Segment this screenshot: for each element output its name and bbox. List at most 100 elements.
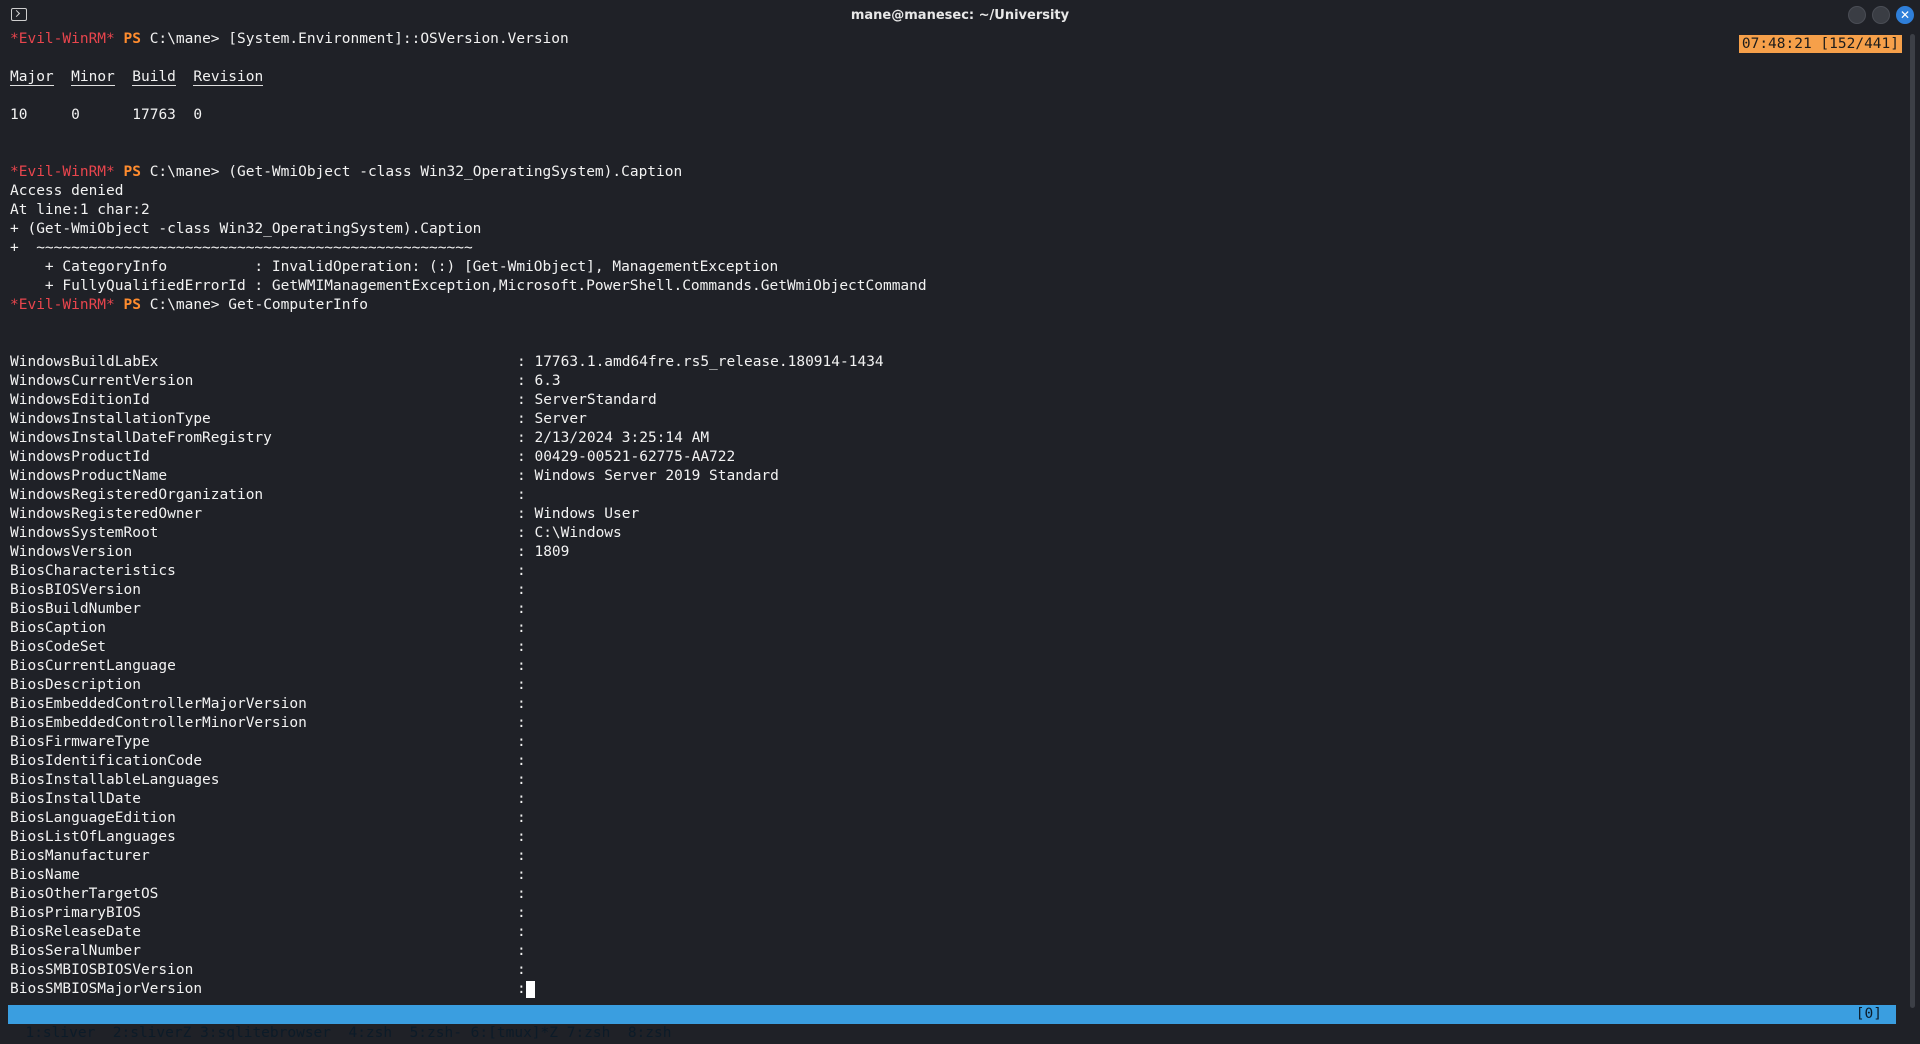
info-value: : 1809 [517, 544, 570, 560]
info-value: : Server [517, 411, 587, 427]
cell-revision: 0 [193, 107, 203, 123]
info-key: BiosCaption [10, 620, 107, 636]
info-row: WindowsProductName: Windows Server 2019 … [10, 467, 1900, 486]
info-key: BiosPrimaryBIOS [10, 905, 141, 921]
info-row: BiosSMBIOSMajorVersion: [10, 980, 1900, 999]
info-value: : [517, 677, 526, 693]
header-major: Major [10, 69, 54, 86]
prompt-line: *Evil-WinRM* PS C:\mane> (Get-WmiObject … [10, 163, 1900, 182]
prompt-path: C:\mane> [149, 31, 220, 47]
header-revision: Revision [193, 69, 264, 86]
info-row: BiosCurrentLanguage: [10, 657, 1900, 676]
info-value: : 00429-00521-62775-AA722 [517, 449, 736, 465]
info-key: BiosEmbeddedControllerMajorVersion [10, 696, 307, 712]
info-key: BiosCurrentLanguage [10, 658, 176, 674]
info-value: : [517, 924, 526, 940]
info-key: BiosSMBIOSMajorVersion [10, 981, 203, 997]
maximize-button[interactable] [1872, 6, 1890, 24]
info-value: : [517, 886, 526, 902]
info-row: BiosSMBIOSBIOSVersion: [10, 961, 1900, 980]
prompt-ps: PS [123, 164, 141, 180]
info-value: : [517, 867, 526, 883]
info-key: BiosSeralNumber [10, 943, 141, 959]
info-key: BiosName [10, 867, 80, 883]
info-key: BiosLanguageEdition [10, 810, 176, 826]
prompt-ps: PS [123, 31, 141, 47]
info-row: WindowsRegisteredOrganization: [10, 486, 1900, 505]
info-key: WindowsCurrentVersion [10, 373, 194, 389]
info-key: WindowsInstallationType [10, 411, 211, 427]
info-value: : [517, 962, 526, 978]
prompt-line: *Evil-WinRM* PS C:\mane> [System.Environ… [10, 30, 1900, 49]
prompt-tag: *Evil-WinRM* [10, 297, 115, 313]
info-value: : [517, 601, 526, 617]
info-value: : [517, 810, 526, 826]
info-row: WindowsInstallDateFromRegistry: 2/13/202… [10, 429, 1900, 448]
error-line: Access denied [10, 183, 124, 199]
info-value: : [517, 848, 526, 864]
error-line: + (Get-WmiObject -class Win32_OperatingS… [10, 221, 482, 237]
info-row: BiosInstallDate: [10, 790, 1900, 809]
info-key: BiosReleaseDate [10, 924, 141, 940]
info-row: BiosCaption: [10, 619, 1900, 638]
info-key: BiosListOfLanguages [10, 829, 176, 845]
info-key: BiosEmbeddedControllerMinorVersion [10, 715, 307, 731]
info-value: : 17763.1.amd64fre.rs5_release.180914-14… [517, 354, 884, 370]
version-header: Major Minor Build Revision [10, 68, 1900, 87]
info-row: BiosCodeSet: [10, 638, 1900, 657]
info-row: BiosDescription: [10, 676, 1900, 695]
info-key: WindowsVersion [10, 544, 133, 560]
title-bar: mane@manesec: ~/University ✕ [0, 0, 1920, 30]
info-value: : [517, 487, 526, 503]
info-key: BiosDescription [10, 677, 141, 693]
info-key: BiosBuildNumber [10, 601, 141, 617]
info-key: BiosManufacturer [10, 848, 150, 864]
info-value: : [517, 943, 526, 959]
info-row: BiosEmbeddedControllerMajorVersion: [10, 695, 1900, 714]
tmux-status-bar: 1:sliver 2:sliverZ 3:sqlitebrowser 4:zsh… [8, 1005, 1896, 1041]
error-line: At line:1 char:2 [10, 202, 150, 218]
info-row: BiosInstallableLanguages: [10, 771, 1900, 790]
header-build: Build [132, 69, 176, 86]
info-row: WindowsProductId: 00429-00521-62775-AA72… [10, 448, 1900, 467]
info-row: BiosBuildNumber: [10, 600, 1900, 619]
info-row: WindowsVersion : 1809 [10, 543, 1900, 562]
terminal-icon [11, 8, 27, 21]
prompt-path: C:\mane> [149, 297, 220, 313]
cell-build: 17763 [132, 107, 176, 123]
scrollbar[interactable] [1910, 34, 1915, 1008]
info-value: : [517, 696, 526, 712]
info-row: WindowsBuildLabEx: 17763.1.amd64fre.rs5_… [10, 353, 1900, 372]
info-row: WindowsEditionId: ServerStandard [10, 391, 1900, 410]
info-value: : [517, 639, 526, 655]
info-value: : [517, 563, 526, 579]
info-key: WindowsRegisteredOrganization [10, 487, 264, 503]
info-value: : [517, 753, 526, 769]
info-key: BiosFirmwareType [10, 734, 150, 750]
info-value: : [517, 791, 526, 807]
version-row: 10 0 17763 0 [10, 106, 1900, 125]
info-key: WindowsInstallDateFromRegistry [10, 430, 272, 446]
error-line: + ~~~~~~~~~~~~~~~~~~~~~~~~~~~~~~~~~~~~~~… [10, 240, 473, 256]
info-value: : [517, 905, 526, 921]
info-key: BiosInstallableLanguages [10, 772, 220, 788]
info-row: BiosPrimaryBIOS: [10, 904, 1900, 923]
header-minor: Minor [71, 69, 115, 86]
error-line: + FullyQualifiedErrorId : GetWMIManageme… [10, 278, 927, 294]
prompt-path: C:\mane> [149, 164, 220, 180]
prompt-tag: *Evil-WinRM* [10, 164, 115, 180]
command-text: [System.Environment]::OSVersion.Version [219, 31, 569, 47]
text-cursor [525, 980, 535, 998]
info-key: BiosIdentificationCode [10, 753, 203, 769]
info-value: : [517, 829, 526, 845]
info-value: : [517, 620, 526, 636]
tmux-window-list[interactable]: 1:sliver 2:sliverZ 3:sqlitebrowser 4:zsh… [25, 1025, 671, 1041]
info-row: WindowsRegisteredOwner: Windows User [10, 505, 1900, 524]
info-row: BiosName: [10, 866, 1900, 885]
close-button[interactable]: ✕ [1896, 6, 1914, 24]
minimize-button[interactable] [1848, 6, 1866, 24]
info-value: : [517, 715, 526, 731]
terminal-output[interactable]: *Evil-WinRM* PS C:\mane> [System.Environ… [10, 30, 1900, 1010]
info-value: : [517, 772, 526, 788]
info-row: WindowsCurrentVersion: 6.3 [10, 372, 1900, 391]
